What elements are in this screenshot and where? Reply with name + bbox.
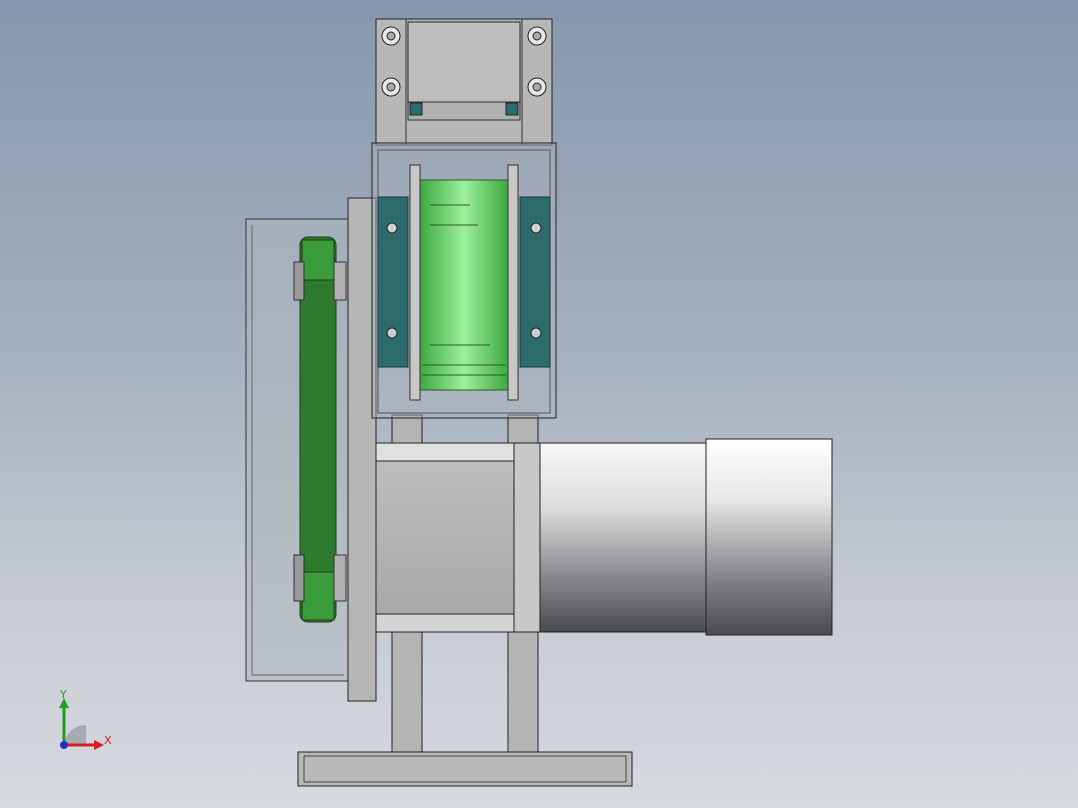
- timing-belt[interactable]: [299, 236, 337, 623]
- motor-body[interactable]: [539, 442, 709, 633]
- motor-end-cap[interactable]: [705, 438, 833, 636]
- base-plate[interactable]: [297, 751, 633, 787]
- bearing-bracket-right[interactable]: [519, 196, 551, 368]
- green-roller[interactable]: [409, 164, 519, 401]
- coordinate-triad: Y X: [59, 688, 112, 750]
- gearbox[interactable]: [375, 442, 541, 633]
- cad-viewport[interactable]: Y X: [0, 0, 1078, 808]
- x-axis-label: X: [104, 734, 112, 747]
- z-axis-icon: [60, 741, 68, 749]
- y-axis-label: Y: [59, 688, 67, 701]
- top-clamp-block[interactable]: [375, 18, 553, 146]
- bearing-bracket-left[interactable]: [377, 196, 409, 368]
- cad-model-view[interactable]: Y X: [0, 0, 1078, 808]
